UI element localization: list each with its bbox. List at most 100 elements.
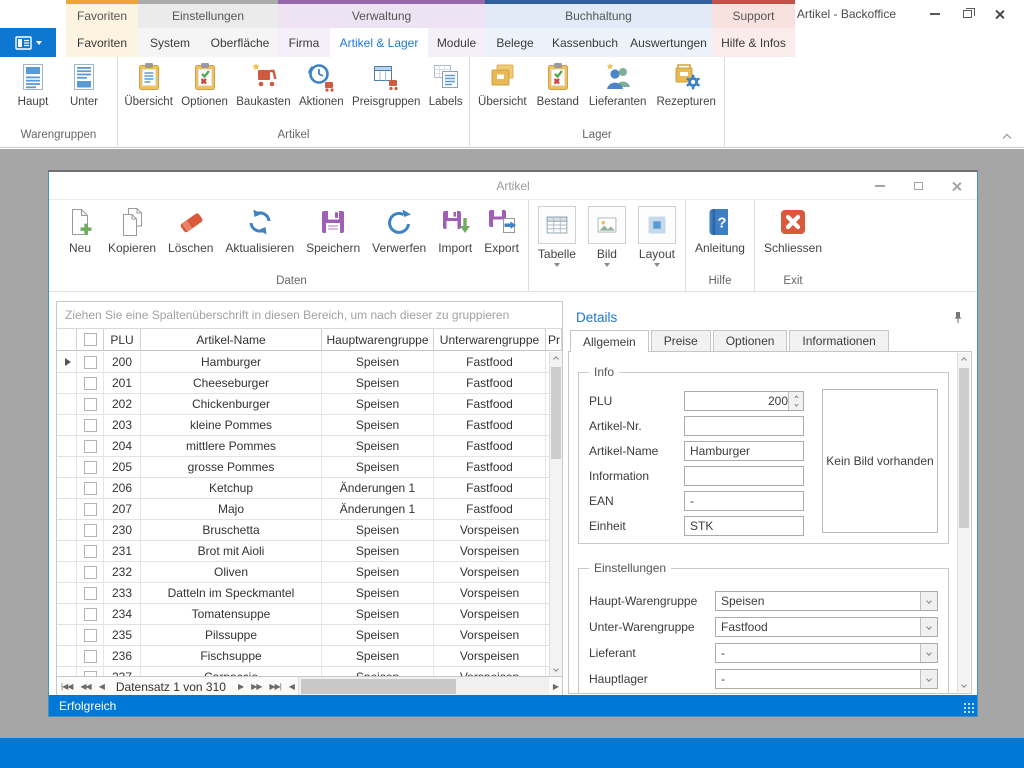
column-header-plu[interactable]: PLU	[104, 329, 141, 350]
tab-module[interactable]: Module	[428, 28, 485, 57]
tab-informationen[interactable]: Informationen	[789, 330, 888, 351]
nav-prev-button[interactable]: ◀	[95, 682, 108, 691]
row-checkbox[interactable]	[84, 398, 97, 411]
toolbar-item-schliessen[interactable]: Schliessen	[758, 206, 828, 255]
row-checkbox[interactable]	[84, 356, 97, 369]
row-checkbox[interactable]	[84, 650, 97, 663]
dropdown-button[interactable]	[920, 670, 937, 688]
einheit-input[interactable]: STK	[684, 516, 804, 536]
table-row[interactable]: 203 kleine Pommes Speisen Fastfood	[57, 415, 562, 436]
toolbar-item-import[interactable]: Import	[432, 206, 478, 255]
nav-next-button[interactable]: ▶	[234, 682, 247, 691]
ribbon-item-rezepturen[interactable]: Rezepturen	[654, 61, 717, 108]
row-checkbox[interactable]	[84, 419, 97, 432]
tab-artikel-lager[interactable]: Artikel & Lager	[330, 28, 428, 57]
tab-oberflaeche[interactable]: Oberfläche	[202, 28, 278, 57]
tab-hilfe-infos[interactable]: Hilfe & Infos	[712, 28, 795, 57]
plu-input[interactable]: 200	[684, 391, 804, 411]
nav-first-button[interactable]: |◀◀	[57, 682, 76, 691]
column-header-preis-partial[interactable]: Pr	[546, 329, 562, 350]
tab-firma[interactable]: Firma	[278, 28, 330, 57]
table-row[interactable]: 200 Hamburger Speisen Fastfood	[57, 352, 562, 373]
row-checkbox[interactable]	[84, 545, 97, 558]
tab-auswertungen[interactable]: Auswertungen	[625, 28, 712, 57]
table-row[interactable]: 233 Datteln im Speckmantel Speisen Vorsp…	[57, 583, 562, 604]
tab-optionen[interactable]: Optionen	[713, 330, 788, 351]
scrollbar-thumb[interactable]	[551, 367, 561, 459]
dropdown-button[interactable]	[920, 644, 937, 662]
table-row[interactable]: 201 Cheeseburger Speisen Fastfood	[57, 373, 562, 394]
scroll-down-button[interactable]	[550, 662, 562, 676]
table-row[interactable]: 236 Fischsuppe Speisen Vorspeisen	[57, 646, 562, 667]
toolbar-item-loeschen[interactable]: Löschen	[162, 206, 219, 255]
toolbar-item-neu[interactable]: Neu	[58, 206, 102, 255]
toolbar-item-export[interactable]: Export	[478, 206, 525, 255]
ribbon-item-haupt[interactable]: Haupt	[15, 61, 51, 108]
select-all-header[interactable]	[77, 329, 104, 350]
nav-next-page-button[interactable]: ▶▶	[247, 682, 265, 691]
table-row[interactable]: 237 Carpaccio Speisen Vorspeisen	[57, 667, 562, 676]
dropdown-button[interactable]	[920, 618, 937, 636]
tab-allgemein[interactable]: Allgemein	[570, 330, 649, 352]
ribbon-item-lieferanten[interactable]: Lieferanten	[587, 61, 649, 108]
pin-icon[interactable]	[952, 311, 964, 324]
hauptlager-select[interactable]: -	[715, 669, 938, 689]
tab-preise[interactable]: Preise	[651, 330, 711, 351]
scroll-up-button[interactable]	[958, 353, 970, 367]
scroll-down-button[interactable]	[958, 678, 970, 692]
toolbar-item-speichern[interactable]: Speichern	[300, 206, 366, 255]
nav-last-button[interactable]: ▶▶|	[265, 682, 284, 691]
row-checkbox[interactable]	[84, 671, 97, 677]
artikel-name-input[interactable]: Hamburger	[684, 441, 804, 461]
app-menu-button[interactable]	[0, 28, 56, 57]
toolbar-item-aktualisieren[interactable]: Aktualisieren	[219, 206, 300, 255]
nav-prev-page-button[interactable]: ◀◀	[76, 682, 94, 691]
lieferant-select[interactable]: -	[715, 643, 938, 663]
table-row[interactable]: 230 Bruschetta Speisen Vorspeisen	[57, 520, 562, 541]
column-header-unterwarengruppe[interactable]: Unterwarengruppe	[434, 329, 546, 350]
restore-button[interactable]	[956, 4, 978, 24]
row-checkbox[interactable]	[84, 440, 97, 453]
hscroll-right-button[interactable]: ▶	[549, 682, 562, 691]
toolbar-item-verwerfen[interactable]: Verwerfen	[366, 206, 432, 255]
toolbar-item-layout[interactable]: Layout	[632, 206, 682, 267]
grid-vertical-scrollbar[interactable]	[549, 352, 562, 676]
child-maximize-button[interactable]	[907, 176, 929, 196]
row-checkbox[interactable]	[84, 482, 97, 495]
child-minimize-button[interactable]	[869, 176, 891, 196]
hscroll-left-button[interactable]: ◀	[285, 682, 298, 691]
scrollbar-thumb[interactable]	[959, 368, 969, 528]
ribbon-item-optionen[interactable]: Optionen	[179, 61, 230, 108]
scrollbar-thumb[interactable]	[301, 679, 456, 694]
row-checkbox[interactable]	[84, 461, 97, 474]
row-checkbox[interactable]	[84, 587, 97, 600]
column-header-hauptwarengruppe[interactable]: Hauptwarengruppe	[322, 329, 434, 350]
table-row[interactable]: 202 Chickenburger Speisen Fastfood	[57, 394, 562, 415]
tab-system[interactable]: System	[138, 28, 202, 57]
table-row[interactable]: 204 mittlere Pommes Speisen Fastfood	[57, 436, 562, 457]
table-row[interactable]: 205 grosse Pommes Speisen Fastfood	[57, 457, 562, 478]
table-row[interactable]: 207 Majo Änderungen 1 Fastfood	[57, 499, 562, 520]
ribbon-item-uebersicht-lager[interactable]: Übersicht	[476, 61, 529, 108]
minimize-button[interactable]	[924, 4, 946, 24]
spinner-buttons[interactable]	[788, 392, 803, 410]
details-vertical-scrollbar[interactable]	[957, 353, 970, 692]
table-row[interactable]: 231 Brot mit Aioli Speisen Vorspeisen	[57, 541, 562, 562]
column-header-artikel-name[interactable]: Artikel-Name	[141, 329, 322, 350]
row-checkbox[interactable]	[84, 524, 97, 537]
header-checkbox[interactable]	[84, 333, 97, 346]
scroll-up-button[interactable]	[550, 352, 562, 366]
table-row[interactable]: 235 Pilssuppe Speisen Vorspeisen	[57, 625, 562, 646]
ribbon-collapse-button[interactable]	[1004, 130, 1010, 144]
row-checkbox[interactable]	[84, 566, 97, 579]
row-checkbox[interactable]	[84, 377, 97, 390]
toolbar-item-kopieren[interactable]: Kopieren	[102, 206, 162, 255]
table-row[interactable]: 206 Ketchup Änderungen 1 Fastfood	[57, 478, 562, 499]
artikel-nr-input[interactable]	[684, 416, 804, 436]
row-checkbox[interactable]	[84, 608, 97, 621]
row-checkbox[interactable]	[84, 503, 97, 516]
resize-grip[interactable]	[963, 702, 975, 714]
toolbar-item-tabelle[interactable]: Tabelle	[532, 206, 582, 267]
ribbon-item-preisgruppen[interactable]: Preisgruppen	[350, 61, 422, 108]
ribbon-item-labels[interactable]: Labels	[427, 61, 465, 108]
